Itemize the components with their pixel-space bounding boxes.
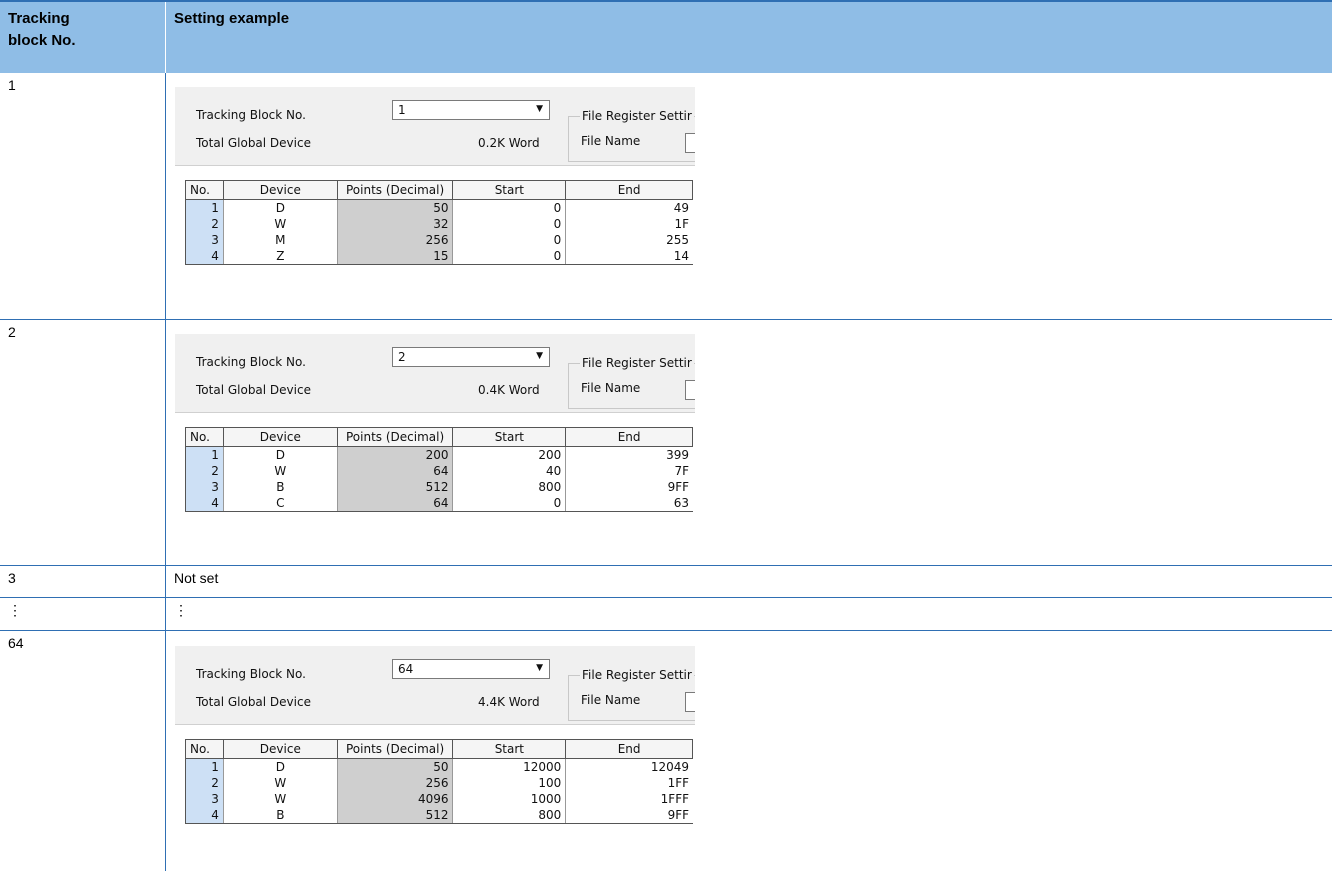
tracking-setting-screenshot: Tracking Block No. 2 ▼ Total Global Devi… — [175, 334, 695, 537]
setting-text-cell: ⋮ — [174, 602, 188, 618]
tracking-block-combo[interactable]: 2 ▼ — [392, 347, 550, 367]
file-register-group-title: File Register Settir — [580, 356, 694, 370]
grid-header: No. Device Points (Decimal) Start End — [186, 428, 693, 447]
file-name-field[interactable] — [685, 380, 695, 400]
grid-header: No. Device Points (Decimal) Start End — [186, 740, 693, 759]
file-register-group-title: File Register Settir — [580, 109, 694, 123]
grid-row[interactable]: 3 W 4096 1000 1FFF — [186, 791, 693, 807]
grid-row[interactable]: 4 C 64 0 63 — [186, 495, 693, 511]
device-grid: No. Device Points (Decimal) Start End 1 … — [185, 427, 693, 512]
tracking-setting-screenshot: Tracking Block No. 1 ▼ Total Global Devi… — [175, 87, 695, 290]
device-grid: No. Device Points (Decimal) Start End 1 … — [185, 739, 693, 824]
tracking-block-label: Tracking Block No. — [196, 355, 306, 369]
block-no-cell: ⋮ — [8, 602, 22, 618]
grid-header: No. Device Points (Decimal) Start End — [186, 181, 693, 200]
grid-row[interactable]: 2 W 32 0 1F — [186, 216, 693, 232]
grid-row[interactable]: 3 M 256 0 255 — [186, 232, 693, 248]
total-global-label: Total Global Device — [196, 695, 311, 709]
header-tracking-block-no: Tracking block No. — [8, 10, 76, 49]
file-name-field[interactable] — [685, 692, 695, 712]
total-word-value: 0.4K Word — [478, 383, 540, 397]
tracking-block-combo[interactable]: 64 ▼ — [392, 659, 550, 679]
grid-row[interactable]: 1 D 200 200 399 — [186, 447, 693, 463]
block-no-cell: 64 — [8, 635, 24, 651]
chevron-down-icon: ▼ — [536, 351, 543, 361]
block-no-cell: 2 — [8, 324, 16, 340]
block-no-cell: 3 — [8, 570, 16, 586]
tracking-setting-screenshot: Tracking Block No. 64 ▼ Total Global Dev… — [175, 646, 695, 849]
table-header: Tracking block No. Setting example — [0, 0, 1332, 75]
file-name-field[interactable] — [685, 133, 695, 153]
chevron-down-icon: ▼ — [536, 663, 543, 673]
block-no-cell: 1 — [8, 77, 16, 93]
device-grid: No. Device Points (Decimal) Start End 1 … — [185, 180, 693, 265]
setting-text-cell: Not set — [174, 570, 219, 586]
table-row: 1 Tracking Block No. 1 ▼ Total Global De… — [0, 73, 1332, 320]
table-row: 3 Not set — [0, 566, 1332, 598]
file-name-label: File Name — [581, 381, 641, 395]
total-word-value: 0.2K Word — [478, 136, 540, 150]
total-global-label: Total Global Device — [196, 383, 311, 397]
grid-row[interactable]: 2 W 256 100 1FF — [186, 775, 693, 791]
tracking-block-label: Tracking Block No. — [196, 667, 306, 681]
table-row: 2 Tracking Block No. 2 ▼ Total Global De… — [0, 320, 1332, 566]
file-register-group-title: File Register Settir — [580, 668, 694, 682]
chevron-down-icon: ▼ — [536, 104, 543, 114]
table-row: ⋮ ⋮ — [0, 598, 1332, 631]
grid-row[interactable]: 1 D 50 0 49 — [186, 200, 693, 216]
tracking-block-label: Tracking Block No. — [196, 108, 306, 122]
table-row: 64 Tracking Block No. 64 ▼ Total Global … — [0, 631, 1332, 871]
total-word-value: 4.4K Word — [478, 695, 540, 709]
file-name-label: File Name — [581, 134, 641, 148]
grid-row[interactable]: 4 Z 15 0 14 — [186, 248, 693, 264]
header-setting-example: Setting example — [174, 10, 290, 27]
tracking-block-combo[interactable]: 1 ▼ — [392, 100, 550, 120]
file-name-label: File Name — [581, 693, 641, 707]
grid-row[interactable]: 1 D 50 12000 12049 — [186, 759, 693, 775]
total-global-label: Total Global Device — [196, 136, 311, 150]
grid-row[interactable]: 2 W 64 40 7F — [186, 463, 693, 479]
grid-row[interactable]: 4 B 512 800 9FF — [186, 807, 693, 823]
grid-row[interactable]: 3 B 512 800 9FF — [186, 479, 693, 495]
